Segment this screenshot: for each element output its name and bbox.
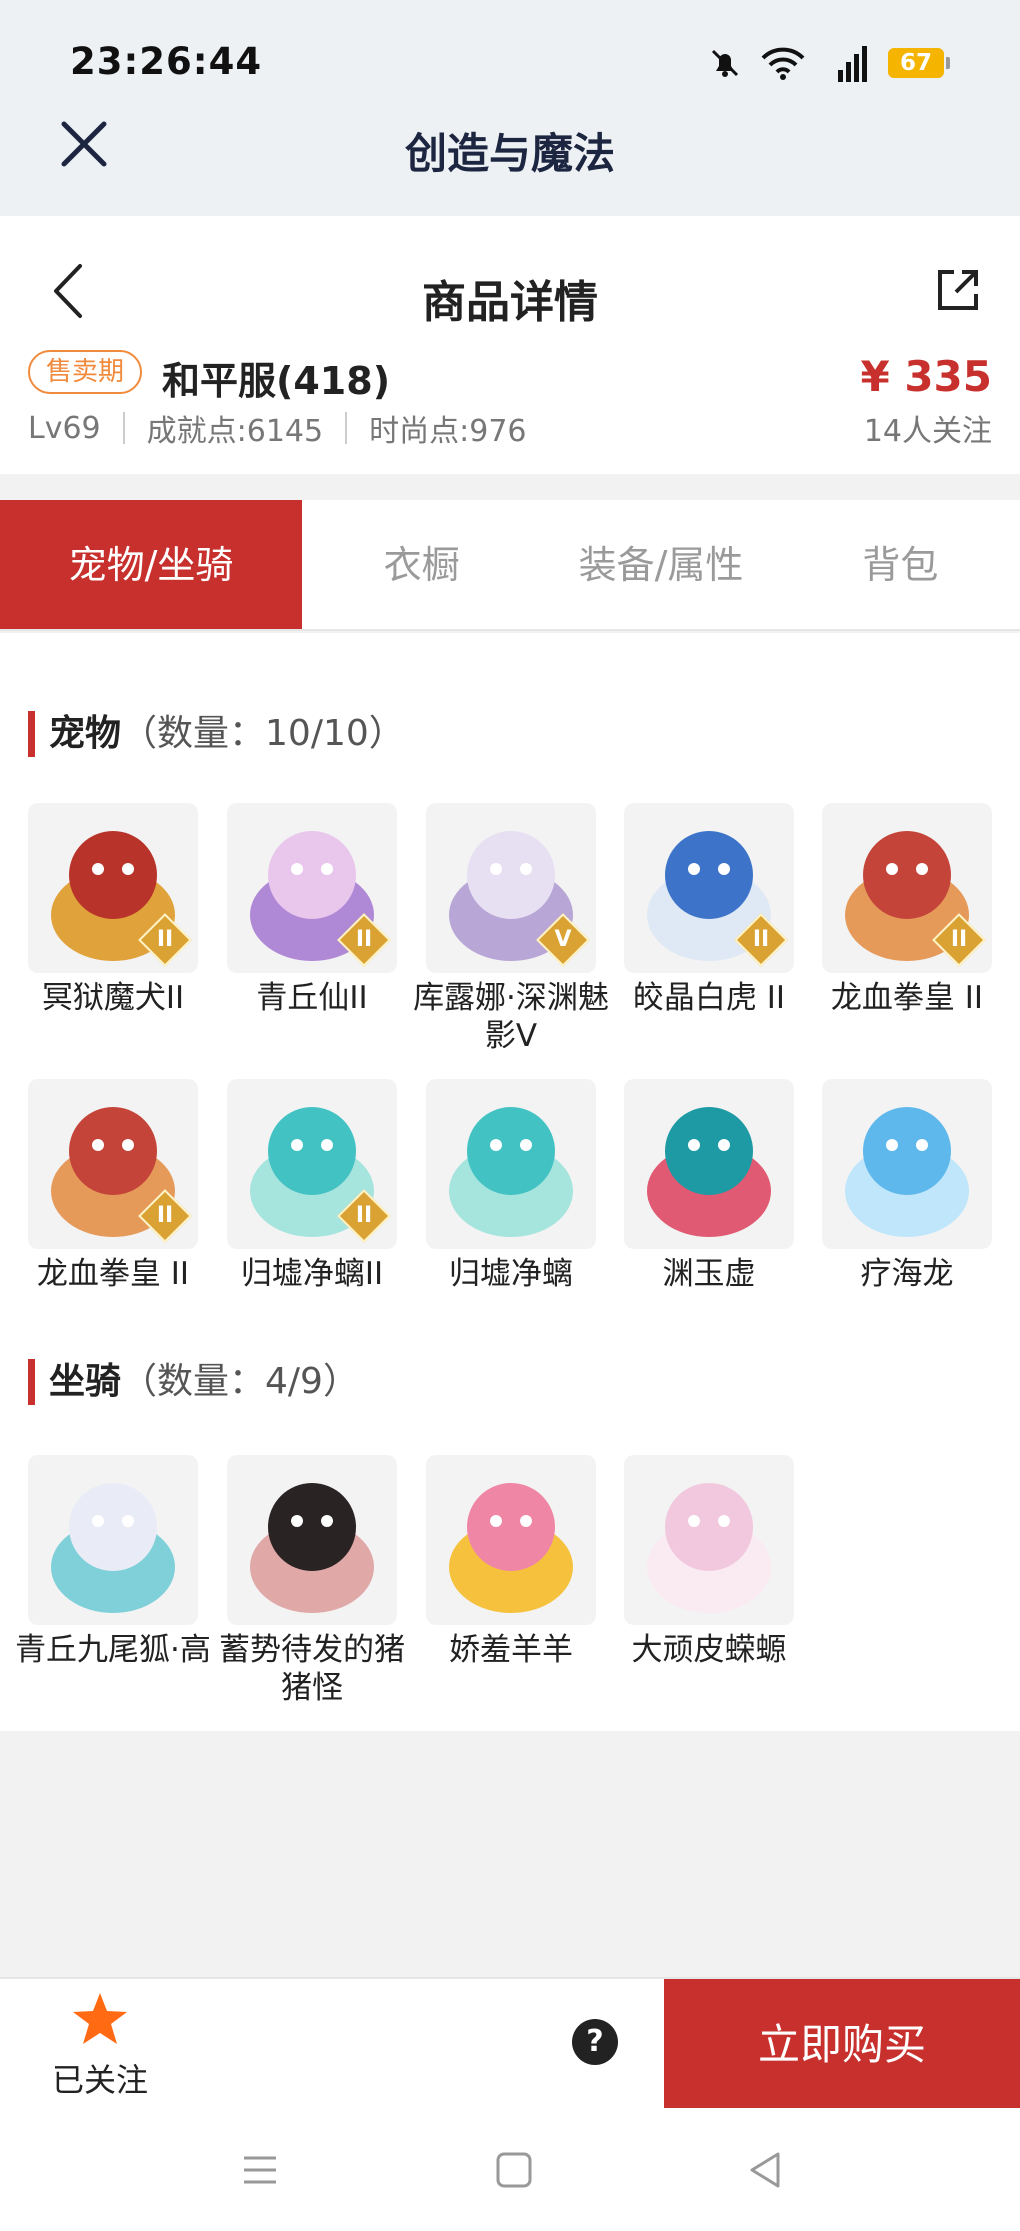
item-name: 大顽皮蝾螈: [631, 1632, 787, 1668]
item-card[interactable]: II 皎晶白虎 II: [624, 803, 794, 1017]
item-card[interactable]: 疗海龙: [822, 1079, 992, 1293]
item-card[interactable]: II 龙血拳皇 II: [28, 1079, 198, 1293]
creature-thumbnail: [227, 1455, 397, 1625]
back-icon[interactable]: [744, 2148, 788, 2192]
item-card[interactable]: 归墟净螭: [426, 1079, 596, 1293]
menu-icon[interactable]: [238, 2148, 282, 2192]
account-stats: Lv69 成就点:6145 时尚点:976: [28, 406, 527, 450]
creature-thumbnail: [426, 1455, 596, 1625]
help-icon[interactable]: ?: [572, 2019, 618, 2065]
item-name: 渊玉虚: [662, 1256, 756, 1292]
section-count: （数量：4/9）: [121, 1361, 359, 1402]
item-name: 归墟净螭II: [240, 1256, 384, 1292]
tab-wardrobe[interactable]: 衣橱: [302, 500, 541, 629]
item-name: 蓄势待发的猪猪怪: [219, 1632, 405, 1706]
creature-thumbnail: [624, 1079, 794, 1249]
item-card[interactable]: 大顽皮蝾螈: [624, 1455, 794, 1669]
fashion-points: 时尚点:976: [369, 414, 527, 449]
item-name: 龙血拳皇 II: [36, 1256, 190, 1292]
item-name: 娇羞羊羊: [449, 1632, 573, 1668]
buy-now-button[interactable]: 立即购买: [664, 1979, 1020, 2110]
divider: [345, 412, 348, 444]
follower-count: 14人关注: [863, 414, 992, 449]
item-card[interactable]: 蓄势待发的猪猪怪: [219, 1455, 405, 1707]
creature-thumbnail: II: [227, 803, 397, 973]
item-card[interactable]: II 归墟净螭II: [227, 1079, 397, 1293]
category-tabs: 宠物/坐骑 衣橱 装备/属性 背包: [0, 500, 1020, 631]
bottom-action-bar: 已关注 ? 立即购买: [0, 1977, 1020, 2110]
item-card[interactable]: 渊玉虚: [624, 1079, 794, 1293]
item-card[interactable]: II 青丘仙II: [227, 803, 397, 1017]
creature-thumbnail: [426, 1079, 596, 1249]
item-name: 疗海龙: [860, 1256, 954, 1292]
tab-backpack[interactable]: 背包: [781, 500, 1020, 629]
item-name: 青丘九尾狐·高: [15, 1632, 211, 1668]
achievement-points: 成就点:6145: [146, 414, 324, 449]
signal-icon: [838, 46, 867, 82]
item-name: 冥狱魔犬II: [41, 980, 185, 1016]
tab-equipment[interactable]: 装备/属性: [541, 500, 780, 629]
creature-thumbnail: [624, 1455, 794, 1625]
item-name: 皎晶白虎 II: [632, 980, 786, 1016]
pets-section-title: 宠物（数量：10/10）: [28, 711, 405, 757]
creature-thumbnail: II: [28, 803, 198, 973]
section-count: （数量：10/10）: [121, 713, 405, 754]
item-card[interactable]: II 冥狱魔犬II: [28, 803, 198, 1017]
tab-pets-mounts[interactable]: 宠物/坐骑: [0, 500, 302, 629]
content-panel: 宠物（数量：10/10） II 冥狱魔犬II II 青丘仙II V 库露娜·深渊魅影V II…: [0, 633, 1020, 1731]
item-name: 青丘仙II: [256, 980, 368, 1016]
level: Lv69: [28, 410, 101, 446]
app-header: 23:26:44 67 创造与魔法: [0, 0, 1020, 216]
system-nav-bar: [0, 2108, 1020, 2231]
product-header: 商品详情 售卖期 和平服(418) ¥ 335 Lv69 成就点:6145 时尚…: [0, 216, 1020, 474]
item-name: 库露娜·深渊魅影V: [413, 980, 609, 1054]
mute-bell-icon: [711, 49, 739, 77]
app-title: 创造与魔法: [404, 129, 615, 178]
creature-thumbnail: [28, 1455, 198, 1625]
battery-level: 67: [888, 48, 944, 78]
item-card[interactable]: II 龙血拳皇 II: [822, 803, 992, 1017]
share-icon[interactable]: [930, 262, 986, 318]
creature-thumbnail: II: [822, 803, 992, 973]
item-card[interactable]: V 库露娜·深渊魅影V: [413, 803, 609, 1055]
item-name: 归墟净螭: [449, 1256, 573, 1292]
follow-button[interactable]: 已关注: [40, 1991, 160, 2101]
mounts-section-title: 坐骑（数量：4/9）: [28, 1359, 359, 1405]
creature-thumbnail: V: [426, 803, 596, 973]
wifi-icon: [761, 47, 805, 80]
price: ¥ 335: [860, 352, 992, 401]
status-badge: 售卖期: [28, 350, 143, 394]
creature-thumbnail: II: [624, 803, 794, 973]
status-time: 23:26:44: [70, 40, 263, 83]
star-icon: [73, 1993, 127, 2044]
item-card[interactable]: 娇羞羊羊: [426, 1455, 596, 1669]
page-title: 商品详情: [422, 277, 598, 328]
creature-thumbnail: II: [227, 1079, 397, 1249]
battery-icon: 67: [888, 48, 950, 78]
server-name: 和平服(418): [162, 359, 391, 403]
item-card[interactable]: 青丘九尾狐·高: [15, 1455, 211, 1669]
section-label: 坐骑: [49, 1361, 122, 1402]
status-icons: 67: [708, 44, 950, 82]
home-icon[interactable]: [492, 2148, 536, 2192]
follow-label: 已关注: [51, 2061, 148, 2099]
creature-thumbnail: II: [28, 1079, 198, 1249]
item-name: 龙血拳皇 II: [830, 980, 984, 1016]
divider: [122, 412, 125, 444]
section-label: 宠物: [49, 713, 122, 754]
creature-thumbnail: [822, 1079, 992, 1249]
